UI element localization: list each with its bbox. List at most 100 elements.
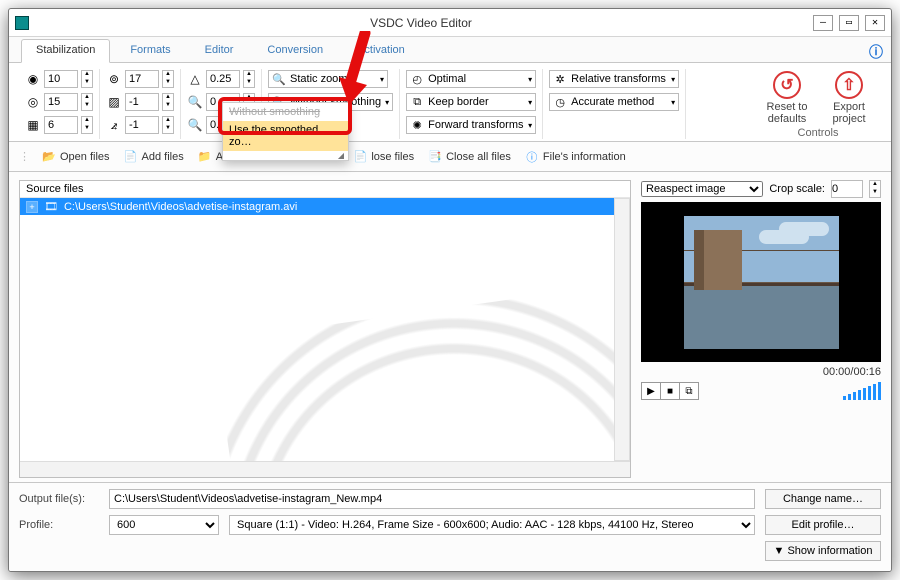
export-label: Export project [825, 102, 873, 125]
method-combo[interactable]: ◷Accurate method▾ [549, 93, 679, 111]
radius-spin[interactable]: ▲▼ [81, 70, 93, 88]
show-information-button[interactable]: ▼ Show information [765, 541, 881, 561]
spin-6[interactable]: ▲▼ [162, 116, 174, 134]
timecode: 00:00/00:16 [641, 366, 881, 378]
num-4[interactable] [125, 70, 159, 88]
horizontal-scrollbar[interactable] [20, 461, 630, 477]
dropdown-item-use-smoothed[interactable]: Use the smoothed zo… [223, 121, 348, 151]
transform-mode-combo[interactable]: ✲Relative transforms▾ [549, 70, 679, 88]
radius-input[interactable] [44, 70, 78, 88]
num-5[interactable] [125, 93, 159, 111]
output-file-input[interactable] [109, 489, 755, 509]
tab-formats[interactable]: Formats [116, 40, 184, 62]
reset-defaults-button[interactable]: ↺ Reset to defaults [763, 71, 811, 125]
reset-label: Reset to defaults [763, 102, 811, 125]
target-icon: ◎ [25, 94, 41, 110]
change-name-button[interactable]: Change name… [765, 489, 881, 509]
transform-mode-label: Relative transforms [571, 73, 666, 85]
zoom-icon: 🔍 [272, 72, 286, 86]
close-file-icon: 📄 [353, 150, 367, 164]
spin-2[interactable]: ▲▼ [81, 93, 93, 111]
crop-icon: ⧉ [410, 95, 424, 109]
source-file-row[interactable]: + 🎞 C:\Users\Student\Videos\advetise-ins… [20, 198, 614, 215]
open-files-button[interactable]: 📂Open files [42, 150, 110, 164]
tab-activation[interactable]: Activation [343, 40, 419, 62]
border-combo[interactable]: ⧉Keep border▾ [406, 93, 536, 111]
app-window: VSDC Video Editor — ▭ ✕ Stabilization Fo… [8, 8, 892, 572]
close-all-files-button[interactable]: 📑Close all files [428, 150, 511, 164]
export-project-button[interactable]: ⇧ Export project [825, 71, 873, 125]
spin-5[interactable]: ▲▼ [162, 93, 174, 111]
zoom-icon: 🔍 [187, 94, 203, 110]
radius-icon: ◉ [25, 71, 41, 87]
close-files-button[interactable]: 📄lose files [353, 150, 414, 164]
work-area: Source files + 🎞 C:\Users\Student\Videos… [9, 172, 891, 482]
reaspect-combo[interactable]: Reaspect image [641, 181, 763, 197]
angle-icon: ⦨ [106, 117, 122, 133]
output-file-label: Output file(s): [19, 493, 99, 505]
triangle-icon: △ [187, 71, 203, 87]
tab-editor[interactable]: Editor [191, 40, 248, 62]
border-label: Keep border [428, 96, 489, 108]
transform-dir-label: Forward transforms [428, 119, 523, 131]
vertical-scrollbar[interactable] [614, 198, 630, 461]
controls-group-label: Controls [763, 127, 873, 139]
tab-stabilization[interactable]: Stabilization [21, 39, 110, 63]
grid-icon: ▦ [25, 117, 41, 133]
spin-3[interactable]: ▲▼ [81, 116, 93, 134]
ribbon-group-2: ⊚ ▲▼ ▨ ▲▼ ⦨ ▲▼ [100, 69, 181, 139]
dropdown-resize-grip[interactable]: ◢ [223, 151, 348, 160]
info-icon: ⓘ [525, 150, 539, 164]
file-info-button[interactable]: ⓘFile's information [525, 150, 626, 164]
cropscale-input[interactable] [831, 180, 863, 198]
dropdown-item-without-smoothing[interactable]: Without smoothing [223, 103, 348, 121]
add-files-button[interactable]: 📄Add files [124, 150, 184, 164]
ribbon-group-1: ◉ ▲▼ ◎ ▲▼ ▦ ▲▼ [19, 69, 100, 139]
optimal-combo[interactable]: ◴Optimal▾ [406, 70, 536, 88]
num-2[interactable] [44, 93, 78, 111]
undo-icon: ↺ [773, 71, 801, 99]
ribbon-group-6: ✲Relative transforms▾ ◷Accurate method▾ [543, 69, 686, 139]
play-button[interactable]: ▶ [641, 382, 661, 400]
cropscale-label: Crop scale: [769, 183, 825, 195]
spin-4[interactable]: ▲▼ [162, 70, 174, 88]
num-6[interactable] [125, 116, 159, 134]
tab-conversion[interactable]: Conversion [253, 40, 337, 62]
preview-viewport[interactable] [641, 202, 881, 362]
filmstrip-watermark [214, 283, 614, 461]
close-button[interactable]: ✕ [865, 15, 885, 31]
num-7[interactable] [206, 70, 240, 88]
zoom-mode-label: Static zoom [290, 73, 347, 85]
optimal-label: Optimal [428, 73, 466, 85]
wave-icon: ⊚ [106, 71, 122, 87]
gauge-icon: ◷ [553, 95, 567, 109]
file-toolbar: ⋮ 📂Open files 📄Add files 📁Add 📄lose file… [9, 142, 891, 172]
expand-icon[interactable]: + [26, 201, 38, 213]
transform-dir-combo[interactable]: ✺Forward transforms▾ [406, 116, 536, 134]
profile-size-combo[interactable]: 600 [109, 515, 219, 535]
source-files-header: Source files [20, 181, 630, 198]
profile-desc-combo[interactable]: Square (1:1) - Video: H.264, Frame Size … [229, 515, 755, 535]
box-icon: ▨ [106, 94, 122, 110]
titlebar: VSDC Video Editor — ▭ ✕ [9, 9, 891, 37]
edit-profile-button[interactable]: Edit profile… [765, 515, 881, 535]
maximize-button[interactable]: ▭ [839, 15, 859, 31]
cropscale-spin[interactable]: ▲▼ [869, 180, 881, 198]
capture-button[interactable]: ⧉ [679, 382, 699, 400]
help-icon[interactable]: ⓘ [869, 42, 883, 62]
zoom-mode-combo[interactable]: 🔍Static zoom▾ [268, 70, 388, 88]
ribbon-controls-group: ↺ Reset to defaults ⇧ Export project Con… [755, 69, 881, 139]
preview-panel: Reaspect image Crop scale: ▲▼ 00:00/00:1… [641, 180, 881, 478]
dial-icon: ◴ [410, 72, 424, 86]
stop-button[interactable]: ■ [660, 382, 680, 400]
zoom2-icon: 🔍 [187, 117, 203, 133]
spin-7[interactable]: ▲▼ [243, 70, 255, 88]
minimize-button[interactable]: — [813, 15, 833, 31]
source-file-path: C:\Users\Student\Videos\advetise-instagr… [64, 201, 297, 213]
source-files-panel: Source files + 🎞 C:\Users\Student\Videos… [19, 180, 631, 478]
num-3[interactable] [44, 116, 78, 134]
volume-meter[interactable] [843, 382, 881, 400]
ribbon: ◉ ▲▼ ◎ ▲▼ ▦ ▲▼ ⊚ ▲▼ ▨ ▲▼ ⦨ ▲▼ △ ▲▼ 🔍 ▲▼ 🔍 ▲▼ 🔍 Sta… [9, 63, 891, 142]
gear-icon: ✲ [553, 72, 567, 86]
ribbon-group-5: ◴Optimal▾ ⧉Keep border▾ ✺Forward transfo… [400, 69, 543, 139]
